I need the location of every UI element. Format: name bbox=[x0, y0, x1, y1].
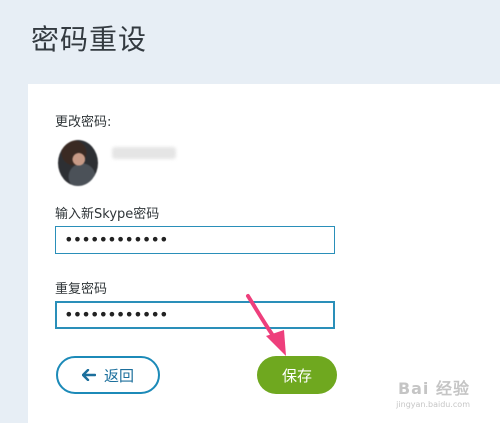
back-button-label: 返回 bbox=[103, 366, 134, 385]
password-reset-card: 更改密码: 输入新Skype密码 •••••••••••• 重复密码 •••••… bbox=[28, 84, 500, 423]
save-button[interactable]: 保存 bbox=[257, 356, 337, 394]
confirm-password-field[interactable]: •••••••••••• bbox=[55, 301, 335, 329]
back-button[interactable]: 返回 bbox=[56, 356, 160, 394]
save-button-label: 保存 bbox=[281, 366, 312, 385]
change-password-label: 更改密码: bbox=[55, 115, 112, 130]
confirm-password-label: 重复密码 bbox=[55, 282, 108, 297]
username-blurred bbox=[112, 147, 176, 159]
new-password-field[interactable]: •••••••••••• bbox=[55, 226, 335, 254]
new-password-label: 输入新Skype密码 bbox=[55, 207, 160, 222]
arrow-left-icon bbox=[81, 366, 97, 385]
avatar bbox=[58, 140, 98, 186]
page-title: 密码重设 bbox=[31, 23, 148, 56]
